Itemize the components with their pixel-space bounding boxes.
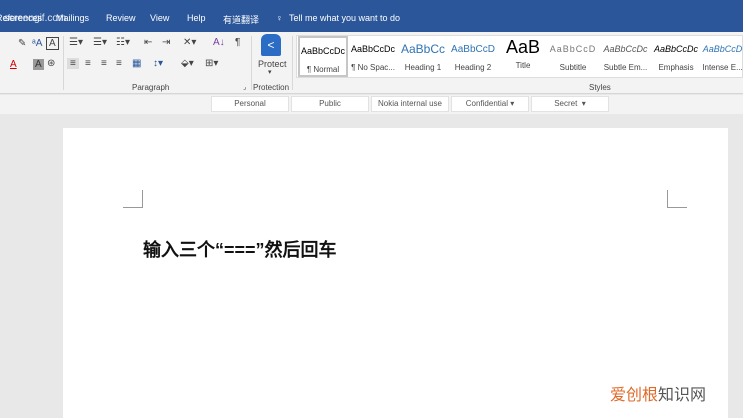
chinese-layout-icon[interactable]: ✕▾ — [183, 37, 196, 48]
protect-button[interactable]: Protect — [258, 59, 287, 69]
distributed-icon[interactable]: ▦ — [132, 58, 141, 69]
align-left-icon[interactable]: ≡ — [67, 58, 79, 69]
tab-view[interactable]: View — [150, 13, 169, 23]
borders-icon[interactable]: ⊞▾ — [205, 58, 218, 69]
enclose-char-icon[interactable]: ⊛ — [47, 58, 55, 69]
group-paragraph: Paragraph — [132, 83, 170, 92]
tab-help[interactable]: Help — [187, 13, 206, 23]
clear-format-icon[interactable]: ✎ — [18, 38, 26, 49]
tag-personal[interactable]: Personal — [211, 96, 289, 112]
paragraph-launcher-icon[interactable]: ⌟ — [243, 83, 246, 91]
style-normal[interactable]: AaBbCcDc ¶ Normal — [298, 36, 348, 77]
style-heading-1[interactable]: AaBbCc Heading 1 — [398, 36, 448, 77]
char-shading-icon[interactable]: A — [33, 59, 44, 70]
tag-secret[interactable]: Secret ▾ — [531, 96, 609, 112]
group-styles: Styles — [589, 83, 611, 92]
tab-references[interactable]: References — [0, 13, 42, 23]
styles-gallery: AaBbCcDc ¶ Normal AaBbCcDc ¶ No Spac... Aa… — [296, 35, 743, 78]
style-subtle-emphasis[interactable]: AaBbCcDc Subtle Em... — [598, 36, 653, 77]
ribbon: ✎ ᵃA A A A ⊛ ☰▾ ☰▾ ☷▾ ⇤ ⇥ ✕▾ A↓ ¶ ≡ ≡ ≡ … — [0, 32, 743, 94]
tab-mailings[interactable]: Mailings — [56, 13, 89, 23]
shading-icon[interactable]: ⬙▾ — [181, 58, 194, 69]
lightbulb-icon: ♀ — [276, 13, 283, 23]
justify-icon[interactable]: ≡ — [116, 58, 122, 69]
tab-youdao[interactable]: 有道翻译 — [223, 13, 259, 26]
margin-corner — [123, 190, 143, 208]
font-color-icon[interactable]: A — [10, 59, 17, 70]
style-subtitle[interactable]: AaBbCcD Subtitle — [548, 36, 598, 77]
multilevel-list-icon[interactable]: ☷▾ — [116, 37, 130, 48]
brand-watermark: 爱创根知识网 — [610, 387, 707, 404]
tag-nokia-internal[interactable]: Nokia internal use — [371, 96, 449, 112]
tag-confidential[interactable]: Confidential ▾ — [451, 96, 529, 112]
tag-public[interactable]: Public — [291, 96, 369, 112]
sort-icon[interactable]: A↓ — [213, 37, 225, 48]
style-title[interactable]: AaB Title — [498, 36, 548, 77]
ribbon-tabs: screengif.com References Mailings Review… — [0, 0, 743, 32]
style-no-spacing[interactable]: AaBbCcDc ¶ No Spac... — [348, 36, 398, 77]
margin-corner — [667, 190, 687, 208]
numbering-icon[interactable]: ☰▾ — [93, 37, 107, 48]
line-spacing-icon[interactable]: ↕▾ — [153, 58, 163, 69]
style-intense-emphasis[interactable]: AaBbCcD Intense E... — [701, 36, 743, 77]
tell-me-search[interactable]: Tell me what you want to do — [289, 13, 400, 23]
style-heading-2[interactable]: AaBbCcD Heading 2 — [448, 36, 498, 77]
text-effects-icon[interactable]: ᵃA — [32, 38, 42, 49]
increase-indent-icon[interactable]: ⇥ — [162, 37, 170, 48]
align-right-icon[interactable]: ≡ — [101, 58, 107, 69]
bullets-icon[interactable]: ☰▾ — [69, 37, 83, 48]
style-emphasis[interactable]: AaBbCcDc Emphasis — [651, 36, 701, 77]
document-page[interactable]: 输入三个“===”然后回车 — [63, 128, 728, 418]
show-marks-icon[interactable]: ¶ — [235, 37, 240, 48]
tab-review[interactable]: Review — [106, 13, 136, 23]
decrease-indent-icon[interactable]: ⇤ — [144, 37, 152, 48]
group-protection: Protection — [253, 83, 290, 92]
align-center-icon[interactable]: ≡ — [85, 58, 91, 69]
document-text[interactable]: 输入三个“===”然后回车 — [143, 236, 337, 262]
char-border-icon[interactable]: A — [46, 37, 59, 50]
chevron-down-icon[interactable]: ▾ — [268, 68, 272, 76]
classification-bar: Personal Public Nokia internal use Confi… — [0, 95, 743, 114]
protect-lock-icon[interactable]: < — [261, 34, 281, 56]
